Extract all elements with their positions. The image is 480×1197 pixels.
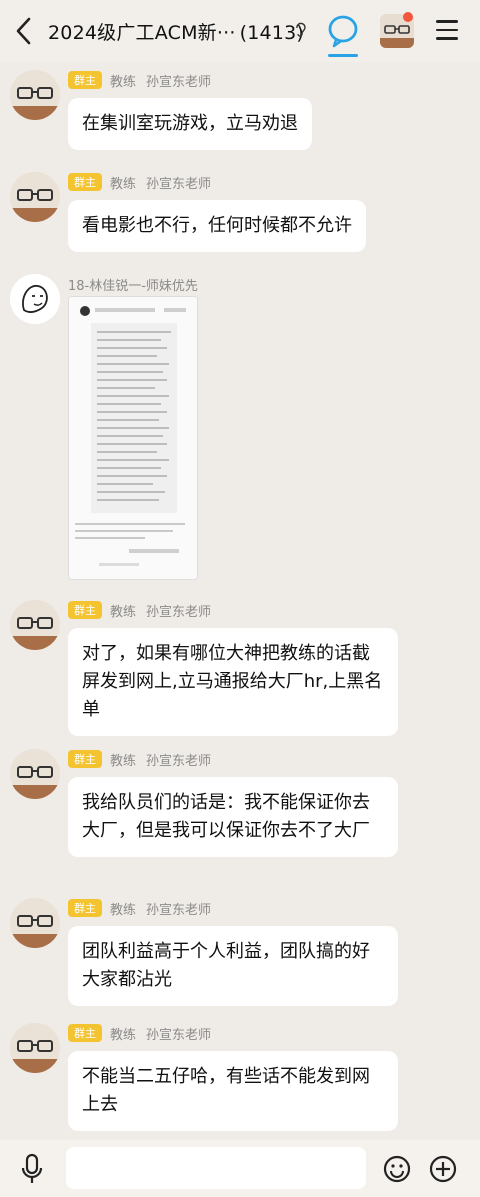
sender-role: 教练	[110, 604, 137, 620]
owner-badge: 群主	[68, 1024, 102, 1042]
sender-name[interactable]: 孙宣东老师	[146, 899, 211, 918]
avatar[interactable]	[10, 749, 60, 799]
glasses-avatar-icon	[10, 898, 60, 948]
message-bubble[interactable]: 团队利益高于个人利益，团队搞的好大家都沾光	[68, 926, 398, 1006]
message-bubble[interactable]: 对了，如果有哪位大神把教练的话截屏发到网上,立马通报给大厂hr,上黑名单	[68, 628, 398, 736]
glasses-avatar-icon	[10, 1023, 60, 1073]
owner-badge: 群主	[68, 173, 102, 191]
sender-role: 教练	[110, 902, 137, 918]
sender-name[interactable]: 孙宣东老师	[146, 750, 211, 769]
sender-meta: 群主 教练 孙宣东老师	[68, 172, 211, 192]
avatar[interactable]	[10, 1023, 60, 1073]
sender-role: 教练	[110, 753, 137, 769]
sender-meta: 群主 教练 孙宣东老师	[68, 600, 211, 620]
chat-tab[interactable]	[326, 12, 360, 57]
sender-name[interactable]: 18-林佳锐一-师妹优先	[68, 275, 198, 294]
glasses-avatar-icon	[10, 70, 60, 120]
avatar[interactable]	[10, 274, 60, 324]
input-bar	[0, 1140, 480, 1197]
sender-meta: 群主 教练 孙宣东老师	[68, 898, 211, 918]
group-name: 2024级广工ACM新···	[48, 22, 236, 44]
owner-badge: 群主	[68, 71, 102, 89]
sender-meta: 群主 教练 孙宣东老师	[68, 70, 211, 90]
image-message[interactable]	[68, 296, 198, 580]
emoji-icon[interactable]	[382, 1154, 412, 1184]
sender-meta: 18-林佳锐一-师妹优先	[68, 274, 198, 294]
message-input[interactable]	[66, 1147, 366, 1189]
plus-icon[interactable]	[428, 1154, 458, 1184]
notification-dot	[403, 12, 413, 22]
glasses-avatar-icon	[10, 172, 60, 222]
chat-title[interactable]: 2024级广工ACM新··· (1413)	[48, 18, 304, 45]
sender-name[interactable]: 孙宣东老师	[146, 1024, 211, 1043]
avatar[interactable]	[10, 898, 60, 948]
microphone-icon[interactable]	[20, 1151, 44, 1187]
sender-meta: 群主 教练 孙宣东老师	[68, 1023, 211, 1043]
avatar[interactable]	[10, 172, 60, 222]
message-bubble[interactable]: 看电影也不行，任何时候都不允许	[68, 200, 366, 252]
avatar[interactable]	[10, 600, 60, 650]
chevron-left-icon[interactable]	[12, 14, 36, 48]
sender-role: 教练	[110, 176, 137, 192]
message-bubble[interactable]: 不能当二五仔哈，有些话不能发到网上去	[68, 1051, 398, 1131]
message-bubble[interactable]: 在集训室玩游戏，立马劝退	[68, 98, 312, 150]
message-bubble[interactable]: 我给队员们的话是：我不能保证你去大厂，但是我可以保证你去不了大厂	[68, 777, 398, 857]
owner-badge: 群主	[68, 601, 102, 619]
sketch-avatar-icon	[10, 274, 60, 324]
glasses-avatar-icon	[10, 600, 60, 650]
sender-meta: 群主 教练 孙宣东老师	[68, 749, 211, 769]
chat-bubble-icon	[328, 15, 358, 48]
screenshot-thumbnail	[69, 297, 197, 579]
chat-header: 2024级广工ACM新··· (1413)	[0, 0, 480, 62]
owner-badge: 群主	[68, 750, 102, 768]
owner-badge: 群主	[68, 899, 102, 917]
sender-name[interactable]: 孙宣东老师	[146, 173, 211, 192]
avatar[interactable]	[10, 70, 60, 120]
sender-name[interactable]: 孙宣东老师	[146, 601, 211, 620]
sender-role: 教练	[110, 1027, 137, 1043]
ear-icon[interactable]	[294, 22, 306, 38]
sender-name[interactable]: 孙宣东老师	[146, 71, 211, 90]
sender-role: 教练	[110, 74, 137, 90]
glasses-avatar-icon	[10, 749, 60, 799]
menu-icon[interactable]	[436, 20, 458, 40]
active-tab-indicator	[328, 54, 358, 57]
